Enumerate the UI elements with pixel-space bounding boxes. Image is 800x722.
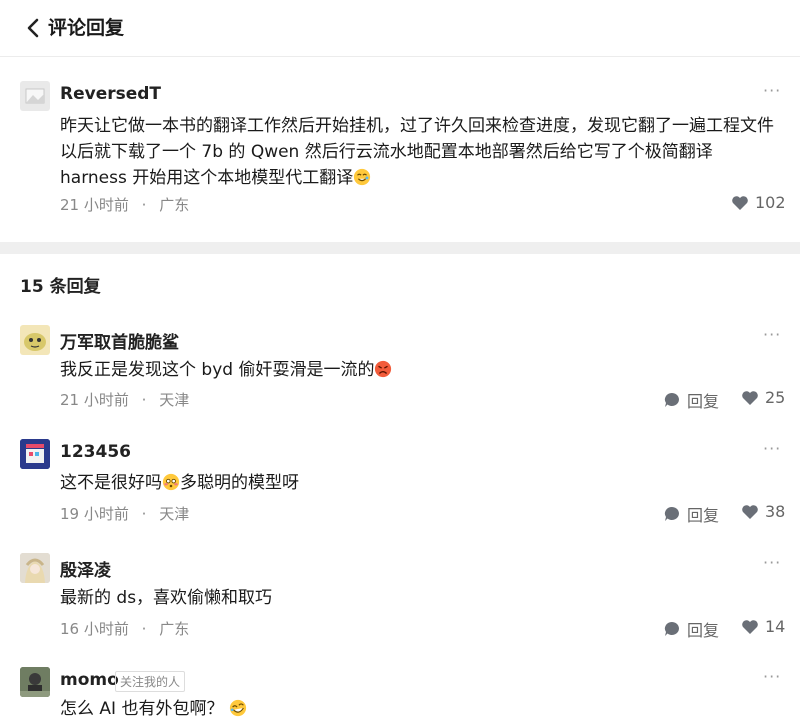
angry-emoji-icon <box>375 360 392 378</box>
avatar[interactable] <box>20 325 50 355</box>
username[interactable]: momo <box>60 670 119 690</box>
follow-badge: 关注我的人 <box>115 671 186 692</box>
heart-icon <box>732 195 748 210</box>
rofl-emoji-icon <box>229 699 246 717</box>
reply-label: 回复 <box>687 621 720 640</box>
avatar[interactable] <box>20 553 50 583</box>
reply-meta: 19 小时前 · 天津 <box>60 503 189 524</box>
dot-separator: · <box>141 505 147 523</box>
heart-icon <box>742 619 758 634</box>
comment-meta: 21 小时前 · 广东 <box>60 194 189 215</box>
username[interactable]: 殷泽凌 <box>60 556 111 581</box>
location: 天津 <box>159 505 190 523</box>
reply-button[interactable]: 回复 <box>663 502 719 526</box>
reply-text: 我反正是发现这个 byd 偷奸耍滑是一流的 <box>60 357 782 383</box>
like-count: 14 <box>765 617 786 636</box>
more-icon[interactable]: ··· <box>763 439 781 458</box>
avatar[interactable] <box>20 81 50 111</box>
dot-separator: · <box>141 391 147 409</box>
comment-text: 昨天让它做一本书的翻译工作然后开始挂机，过了许久回来检查进度，发现它翻了一遍工程… <box>60 116 774 188</box>
more-icon[interactable]: ··· <box>763 81 781 100</box>
replies-count: 15 条回复 <box>20 277 101 297</box>
reply-text: 怎么 AI 也有外包啊？ <box>60 696 782 722</box>
dot-separator: · <box>141 620 147 638</box>
reply-meta: 16 小时前 · 广东 <box>60 618 189 639</box>
heart-icon <box>742 390 758 405</box>
reply-text: 最新的 ds，喜欢偷懒和取巧 <box>60 588 273 608</box>
emoji-icon <box>354 168 371 186</box>
parent-comment: ReversedT ··· 昨天让它做一本书的翻译工作然后开始挂机，过了许久回来… <box>0 56 800 242</box>
like-count: 38 <box>765 502 786 521</box>
like-button[interactable]: 14 <box>741 617 785 636</box>
timestamp: 16 小时前 <box>60 620 129 638</box>
more-icon[interactable]: ··· <box>763 553 781 572</box>
reply-label: 回复 <box>687 392 720 411</box>
reply-button[interactable]: 回复 <box>663 388 719 412</box>
reply-meta: 21 小时前 · 天津 <box>60 389 189 410</box>
username[interactable]: 万军取首脆脆鲨 <box>60 328 179 353</box>
more-icon[interactable]: ··· <box>763 667 781 686</box>
back-icon[interactable] <box>22 14 46 42</box>
page-title: 评论回复 <box>48 17 125 39</box>
username[interactable]: ReversedT <box>60 84 161 104</box>
like-button[interactable]: 38 <box>741 502 785 521</box>
location: 天津 <box>159 391 190 409</box>
avatar[interactable] <box>20 667 50 697</box>
avatar[interactable] <box>20 439 50 469</box>
username[interactable]: 123456 <box>60 442 131 462</box>
heart-icon <box>742 504 758 519</box>
reply-button[interactable]: 回复 <box>663 617 719 641</box>
timestamp: 19 小时前 <box>60 505 129 523</box>
timestamp: 21 小时前 <box>60 391 129 409</box>
top-bar: 评论回复 <box>0 0 800 56</box>
dot-separator: · <box>141 196 147 214</box>
more-icon[interactable]: ··· <box>763 325 781 344</box>
reply-label: 回复 <box>687 506 720 525</box>
comment-icon <box>664 392 679 407</box>
like-count: 25 <box>765 388 786 407</box>
reply-text: 这不是很好吗 多聪明的模型呀 <box>60 473 299 493</box>
location: 广东 <box>159 196 190 214</box>
like-button[interactable]: 25 <box>741 388 785 407</box>
comment-icon <box>664 506 679 521</box>
comment-icon <box>664 621 679 636</box>
flushed-emoji-icon <box>162 473 180 491</box>
like-count: 102 <box>755 193 786 212</box>
like-button[interactable]: 102 <box>731 193 786 212</box>
location: 广东 <box>159 620 190 638</box>
timestamp: 21 小时前 <box>60 196 129 214</box>
replies-section: 15 条回复 万军取首脆脆鲨 ··· 我反正是发现这个 byd 偷奸耍滑是一流的… <box>0 254 800 722</box>
section-divider <box>0 242 800 254</box>
